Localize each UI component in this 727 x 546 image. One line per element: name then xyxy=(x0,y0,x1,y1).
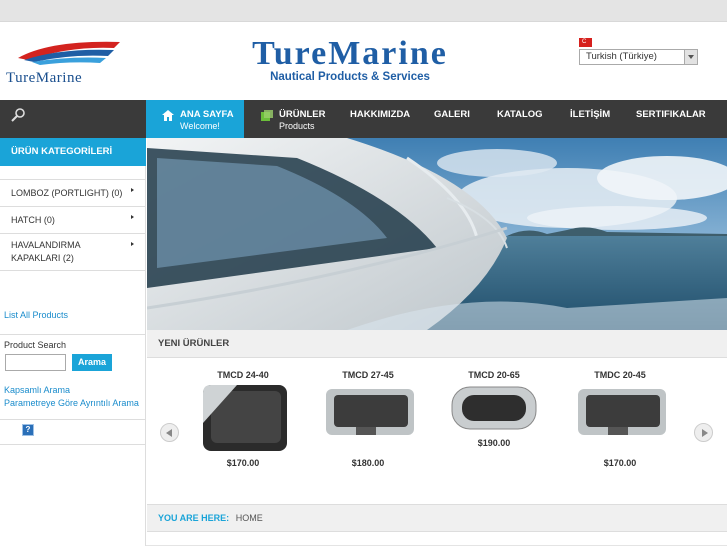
list-all-products-link[interactable]: List All Products xyxy=(4,310,68,320)
category-item-lomboz[interactable]: LOMBOZ (PORTLIGHT) (0) xyxy=(0,179,145,206)
product-card[interactable]: TMCD 24-40 $170.00 xyxy=(193,370,293,468)
search-button[interactable]: Arama xyxy=(72,354,112,371)
product-price: $190.00 xyxy=(477,438,511,448)
product-name: TMCD 24-40 xyxy=(217,370,269,380)
product-image[interactable] xyxy=(322,383,414,453)
product-search-input[interactable] xyxy=(5,354,66,371)
product-price: $170.00 xyxy=(226,458,260,468)
product-price: $180.00 xyxy=(351,458,385,468)
language-select-value: Turkish (Türkiye) xyxy=(586,51,657,62)
breadcrumb-current[interactable]: HOME xyxy=(236,513,263,523)
nav-item-urunler[interactable]: ÜRÜNLER Products xyxy=(146,100,325,138)
chevron-right-icon xyxy=(131,242,134,246)
advanced-search-link[interactable]: Kapsamlı Arama xyxy=(4,385,70,395)
brand-title: TureMarine xyxy=(252,35,448,72)
divider xyxy=(0,334,145,335)
category-label: HATCH (0) xyxy=(11,215,55,225)
nav-label: İLETİŞİM xyxy=(570,109,611,120)
product-name: TMCD 20-65 xyxy=(468,370,520,380)
nav-item-iletisim[interactable]: İLETİŞİM xyxy=(570,100,615,138)
breadcrumb-label: YOU ARE HERE: xyxy=(158,513,230,523)
help-icon[interactable]: ? xyxy=(22,424,34,436)
nav-item-sertifikalar[interactable]: SERTIFIKALAR xyxy=(636,100,706,138)
nav-label: ÜRÜNLER xyxy=(279,109,326,120)
brand-tagline: Nautical Products & Services xyxy=(270,71,430,83)
product-price: $170.00 xyxy=(603,458,637,468)
carousel-next-button[interactable] xyxy=(694,423,713,442)
chevron-right-icon xyxy=(131,188,134,192)
chevron-down-icon[interactable] xyxy=(684,50,697,64)
boat-logo-icon xyxy=(18,41,120,65)
yacht-banner-image xyxy=(147,138,727,330)
categories-heading: ÜRÜN KATEGORİLERİ xyxy=(0,138,146,166)
parametric-search-link[interactable]: Parametreye Göre Ayrıntılı Arama xyxy=(4,398,139,408)
divider xyxy=(0,419,145,420)
breadcrumb: YOU ARE HERE: HOME xyxy=(147,504,727,532)
nav-item-katalog[interactable]: KATALOG xyxy=(497,100,543,138)
category-label: HAVALANDIRMA KAPAKLARI (2) xyxy=(11,240,81,263)
logo-text: TureMarine xyxy=(6,70,83,86)
hero-banner xyxy=(147,138,727,330)
sidebar: ÜRÜN KATEGORİLERİ LOMBOZ (PORTLIGHT) (0)… xyxy=(0,138,146,546)
search-icon[interactable] xyxy=(10,107,26,123)
nav-label: HAKKIMIZDA xyxy=(350,109,411,120)
site-logo[interactable]: TureMarine xyxy=(6,36,128,88)
product-card[interactable]: TMCD 27-45 $180.00 xyxy=(318,370,418,468)
new-products-heading: YENI ÜRÜNLER xyxy=(147,330,727,358)
page: TureMarine TureMarine Nautical Products … xyxy=(0,21,727,546)
divider xyxy=(0,444,145,445)
category-item-hatch[interactable]: HATCH (0) xyxy=(0,206,145,233)
main-nav: ANA SAYFA Welcome! ÜRÜNLER Products HAKK… xyxy=(0,100,727,138)
product-image[interactable] xyxy=(197,383,289,453)
chevron-right-icon xyxy=(131,215,134,219)
nav-label: KATALOG xyxy=(497,109,543,120)
product-card[interactable]: TMDC 20-45 $170.00 xyxy=(570,370,670,468)
category-label: LOMBOZ (PORTLIGHT) (0) xyxy=(11,188,123,198)
product-card[interactable]: TMCD 20-65 $190.00 xyxy=(444,370,544,448)
product-image[interactable] xyxy=(574,383,666,453)
divider xyxy=(0,270,145,271)
product-name: TMDC 20-45 xyxy=(594,370,646,380)
products-icon xyxy=(261,110,273,121)
category-item-havalandirma[interactable]: HAVALANDIRMA KAPAKLARI (2) xyxy=(0,233,145,270)
brand-header: TureMarine Nautical Products & Services xyxy=(185,35,515,84)
nav-search[interactable] xyxy=(0,100,145,138)
nav-label: SERTIFIKALAR xyxy=(636,109,706,120)
product-name: TMCD 27-45 xyxy=(342,370,394,380)
nav-item-hakkimizda[interactable]: HAKKIMIZDA xyxy=(350,100,410,138)
nav-item-galeri[interactable]: GALERI xyxy=(434,100,474,138)
carousel-prev-button[interactable] xyxy=(160,423,179,442)
turkish-flag-icon[interactable]: C xyxy=(579,38,592,47)
product-image[interactable] xyxy=(448,383,540,433)
nav-sublabel: Products xyxy=(279,121,315,131)
nav-label: GALERI xyxy=(434,109,470,120)
language-select[interactable]: Turkish (Türkiye) xyxy=(579,49,698,65)
product-search-label: Product Search xyxy=(4,340,67,350)
